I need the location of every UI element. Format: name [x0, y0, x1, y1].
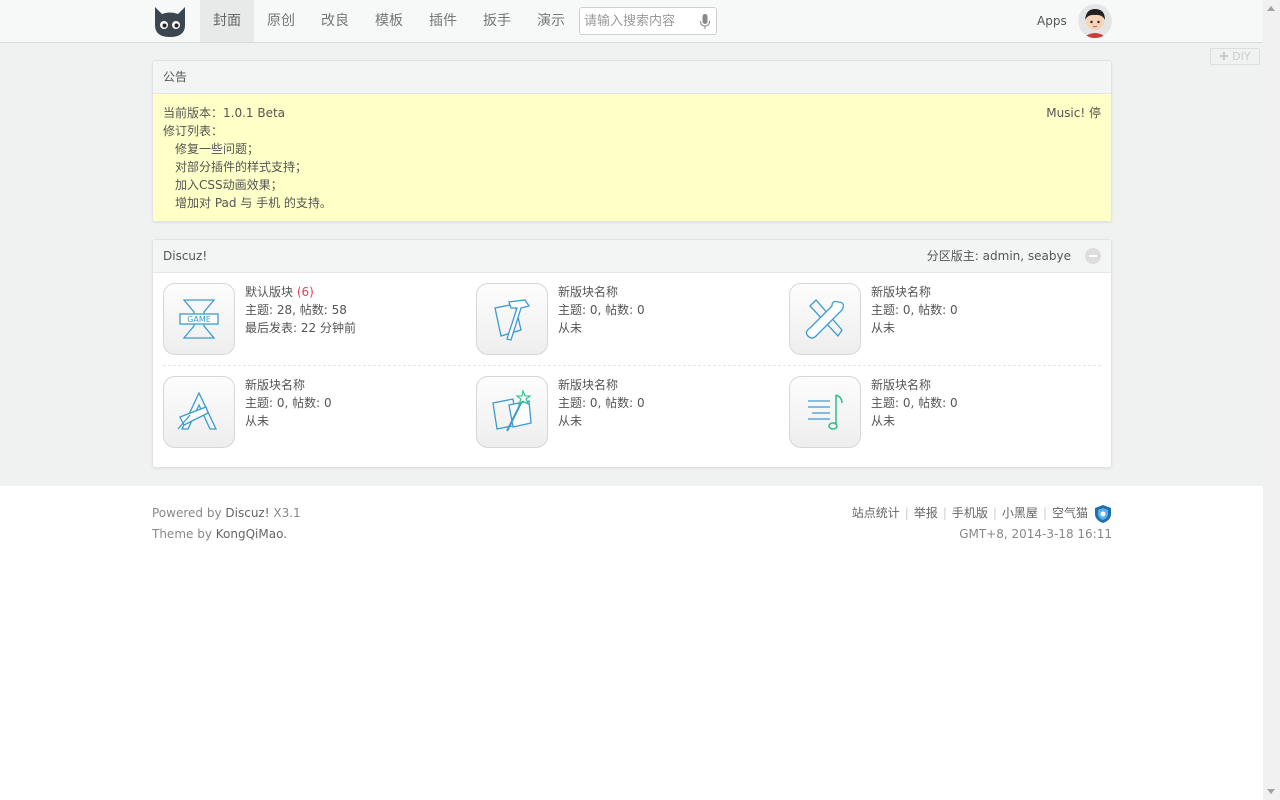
last-post: 从未: [871, 321, 896, 335]
nav-item-cover[interactable]: 封面: [200, 0, 254, 42]
board-item: 新版块名称 主题: 0, 帖数: 0 从未: [789, 376, 1089, 448]
discuz-version: X3.1: [273, 506, 301, 520]
last-post: 从未: [245, 414, 270, 428]
category-title[interactable]: Discuz!: [163, 249, 207, 263]
link-separator: |: [942, 506, 947, 520]
main-nav: 封面 原创 改良 模板 插件 扳手 演示: [200, 0, 578, 42]
footer-timestamp: GMT+8, 2014-3-18 16:11: [959, 527, 1112, 541]
user-avatar[interactable]: [1078, 4, 1112, 38]
magic-wand-icon[interactable]: [476, 376, 548, 448]
today-count: (6): [296, 285, 314, 299]
board-name[interactable]: 新版块名称: [245, 378, 305, 392]
cat-logo-icon[interactable]: [152, 3, 188, 39]
footer-link-mobile[interactable]: 手机版: [952, 503, 988, 524]
footer-links: 站点统计 | 举报 | 手机版 | 小黑屋 | 空气猫: [852, 503, 1112, 524]
search-input[interactable]: [584, 8, 694, 34]
board-stats: 主题: 0, 帖数: 0: [245, 396, 332, 410]
footer-link-report[interactable]: 举报: [914, 503, 938, 524]
notice-version: 当前版本：1.0.1 Beta: [163, 106, 286, 120]
svg-text:GAME: GAME: [187, 315, 211, 324]
footer-link-blackroom[interactable]: 小黑屋: [1002, 503, 1038, 524]
board-name[interactable]: 新版块名称: [558, 285, 618, 299]
board-item: 新版块名称 主题: 0, 帖数: 0 从未: [163, 376, 463, 448]
forum-category-header: Discuz! 分区版主: admin, seabye: [153, 240, 1111, 273]
last-post[interactable]: 最后发表: 22 分钟前: [245, 319, 356, 337]
nav-item-wrench[interactable]: 扳手: [470, 0, 524, 42]
nav-item-original[interactable]: 原创: [254, 0, 308, 42]
scroll-down-icon[interactable]: [1267, 789, 1275, 794]
collapse-button[interactable]: [1085, 248, 1101, 264]
drafting-icon[interactable]: [163, 376, 235, 448]
discuz-link[interactable]: Discuz!: [225, 506, 269, 520]
moderators-names[interactable]: admin, seabye: [983, 249, 1071, 263]
footer: Powered by Discuz! X3.1 Theme by KongQiM…: [152, 503, 1112, 553]
vertical-scrollbar[interactable]: [1263, 0, 1280, 800]
notice-body: 当前版本：1.0.1 Beta 修订列表： 修复一些问题； 对部分插件的样式支持…: [153, 94, 1111, 221]
game-icon[interactable]: GAME: [163, 283, 235, 355]
board-stats: 主题: 28, 帖数: 58: [245, 303, 347, 317]
nav-item-plugins[interactable]: 插件: [416, 0, 470, 42]
board-stats: 主题: 0, 帖数: 0: [871, 396, 958, 410]
apps-link[interactable]: Apps: [1037, 0, 1067, 42]
forum-category-panel: Discuz! 分区版主: admin, seabye GAME 默认版块 (6…: [152, 239, 1112, 468]
board-stats: 主题: 0, 帖数: 0: [558, 396, 645, 410]
last-post: 从未: [558, 414, 583, 428]
music-toggle[interactable]: Music! 停: [1046, 104, 1101, 122]
notice-change-item: 修复一些问题；: [175, 142, 260, 156]
notice-title: 公告: [153, 61, 1111, 94]
nav-item-templates[interactable]: 模板: [362, 0, 416, 42]
board-name[interactable]: 默认版块: [245, 285, 293, 299]
scroll-up-icon[interactable]: [1267, 6, 1275, 11]
board-item: 新版块名称 主题: 0, 帖数: 0 从未: [789, 283, 1089, 355]
board-name[interactable]: 新版块名称: [871, 285, 931, 299]
nav-item-demo[interactable]: 演示: [524, 0, 578, 42]
last-post: 从未: [871, 414, 896, 428]
notice-panel: 公告 当前版本：1.0.1 Beta 修订列表： 修复一些问题； 对部分插件的样…: [152, 60, 1112, 222]
diy-button[interactable]: ✚ DIY: [1210, 48, 1260, 65]
moderators-label: 分区版主:: [926, 249, 979, 263]
footer-right: 站点统计 | 举报 | 手机版 | 小黑屋 | 空气猫 GMT+8, 2014-…: [852, 503, 1112, 545]
board-grid: GAME 默认版块 (6) 主题: 28, 帖数: 58 最后发表: 22 分钟…: [153, 273, 1111, 459]
notice-change-item: 增加对 Pad 与 手机 的支持。: [175, 196, 332, 210]
board-stats: 主题: 0, 帖数: 0: [871, 303, 958, 317]
board-item: GAME 默认版块 (6) 主题: 28, 帖数: 58 最后发表: 22 分钟…: [163, 283, 463, 355]
top-navigation-bar: 封面 原创 改良 模板 插件 扳手 演示 Apps: [0, 0, 1263, 43]
music-note-icon[interactable]: [789, 376, 861, 448]
footer-link-stats[interactable]: 站点统计: [852, 503, 900, 524]
board-row: 新版块名称 主题: 0, 帖数: 0 从未 新版块名称 主题: 0, 帖数: 0…: [163, 366, 1101, 459]
footer-link-kongqimao[interactable]: 空气猫: [1052, 503, 1088, 524]
theme-by-label: Theme by: [152, 527, 212, 541]
moderators-info: 分区版主: admin, seabye: [927, 240, 1071, 272]
link-separator: |: [992, 506, 997, 520]
tools-icon[interactable]: [789, 283, 861, 355]
nav-item-improved[interactable]: 改良: [308, 0, 362, 42]
security-shield-icon[interactable]: [1094, 504, 1112, 524]
board-item: 新版块名称 主题: 0, 帖数: 0 从未: [476, 376, 776, 448]
hammer-icon[interactable]: [476, 283, 548, 355]
footer-credits: Powered by Discuz! X3.1 Theme by KongQiM…: [152, 503, 301, 545]
search-box: [579, 7, 717, 35]
notice-changelog-title: 修订列表：: [163, 124, 224, 138]
board-name[interactable]: 新版块名称: [558, 378, 618, 392]
notice-change-item: 对部分插件的样式支持；: [175, 160, 308, 174]
link-separator: |: [904, 506, 909, 520]
last-post: 从未: [558, 321, 583, 335]
board-item: 新版块名称 主题: 0, 帖数: 0 从未: [476, 283, 776, 355]
board-name[interactable]: 新版块名称: [871, 378, 931, 392]
board-stats: 主题: 0, 帖数: 0: [558, 303, 645, 317]
notice-change-item: 加入CSS动画效果；: [175, 178, 283, 192]
powered-by-label: Powered by: [152, 506, 222, 520]
board-row: GAME 默认版块 (6) 主题: 28, 帖数: 58 最后发表: 22 分钟…: [163, 273, 1101, 366]
microphone-icon[interactable]: [700, 14, 710, 30]
theme-author-link[interactable]: KongQiMao.: [216, 527, 287, 541]
link-separator: |: [1042, 506, 1047, 520]
